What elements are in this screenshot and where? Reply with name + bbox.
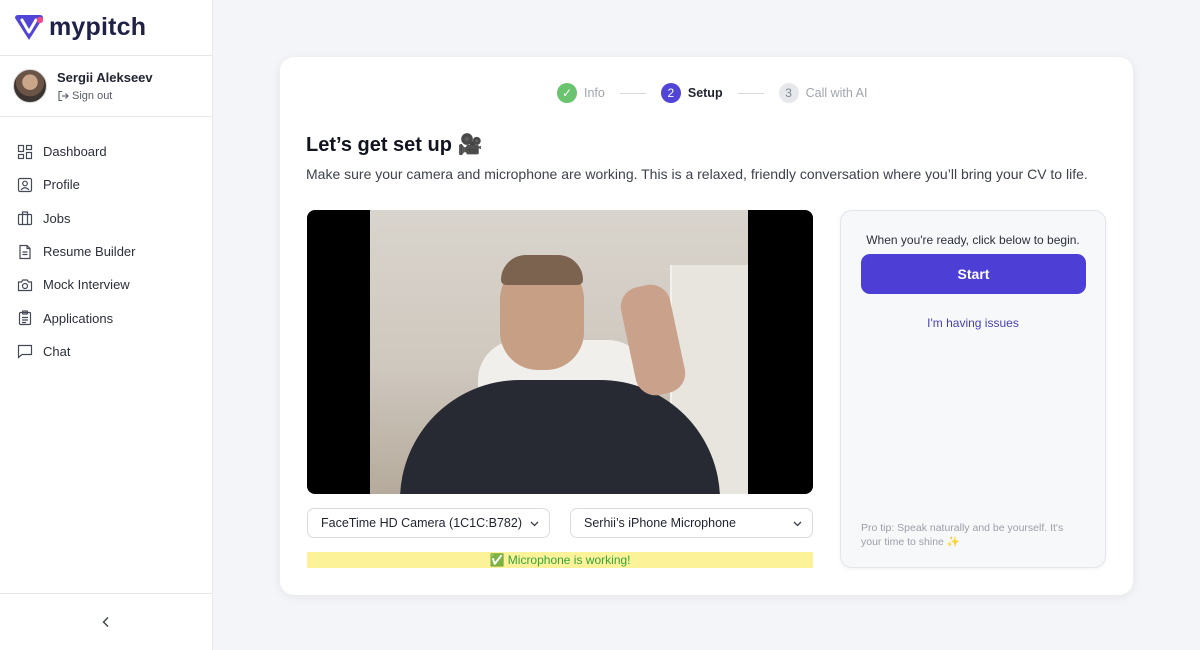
- sidebar-item-label: Mock Interview: [43, 277, 130, 293]
- sidebar-item-applications[interactable]: Applications: [0, 301, 212, 334]
- page-subtitle: Make sure your camera and microphone are…: [306, 166, 1088, 182]
- step-label: Setup: [687, 86, 723, 100]
- microphone-select[interactable]: Serhii’s iPhone Microphone: [570, 508, 813, 538]
- camera-select-value: FaceTime HD Camera (1C1C:B782): [321, 516, 522, 530]
- sidebar-item-dashboard[interactable]: Dashboard: [0, 135, 212, 168]
- sidebar-item-label: Applications: [43, 310, 114, 326]
- sign-out-icon: [58, 90, 69, 102]
- camera-feed: [370, 210, 748, 494]
- having-issues-link[interactable]: I'm having issues: [841, 316, 1105, 330]
- sidebar: mypitch Sergii Alekseev Sign out Dashboa…: [0, 0, 213, 650]
- step-label: Call with AI: [805, 86, 868, 100]
- logo-mark-icon: [15, 14, 44, 40]
- checkmark-icon: ✓: [557, 83, 577, 103]
- logo[interactable]: mypitch: [0, 0, 212, 56]
- chevron-left-icon: [102, 617, 109, 627]
- sidebar-item-jobs[interactable]: Jobs: [0, 202, 212, 235]
- sidebar-item-label: Resume Builder: [43, 244, 136, 260]
- user-name: Sergii Alekseev: [57, 70, 153, 85]
- sidebar-item-label: Chat: [43, 343, 71, 359]
- step-info: ✓ Info: [557, 83, 605, 103]
- sidebar-item-chat[interactable]: Chat: [0, 335, 212, 368]
- step-number: 3: [778, 83, 799, 103]
- camera-select[interactable]: FaceTime HD Camera (1C1C:B782): [307, 508, 550, 538]
- start-panel: When you're ready, click below to begin.…: [840, 210, 1106, 568]
- sidebar-item-resume-builder[interactable]: Resume Builder: [0, 235, 212, 268]
- step-call-with-ai: 3 Call with AI: [778, 83, 868, 103]
- page-title: Let’s get set up 🎥: [306, 134, 483, 156]
- ready-text: When you're ready, click below to begin.: [866, 233, 1080, 247]
- clipboard-icon: [18, 310, 32, 326]
- chevron-down-icon: [793, 521, 802, 527]
- collapse-sidebar-button[interactable]: [94, 610, 118, 634]
- sidebar-item-label: Dashboard: [43, 144, 107, 160]
- setup-card: ✓ Info 2 Setup 3 Call with AI Let’s get …: [280, 57, 1133, 595]
- dashboard-icon: [17, 144, 33, 159]
- sidebar-footer: [0, 593, 212, 650]
- sidebar-item-mock-interview[interactable]: Mock Interview: [0, 268, 212, 301]
- stepper: ✓ Info 2 Setup 3 Call with AI: [557, 83, 867, 103]
- user-profile: Sergii Alekseev Sign out: [0, 56, 212, 117]
- sign-out-link[interactable]: Sign out: [57, 90, 153, 102]
- camera-preview: [307, 210, 813, 494]
- sign-out-label: Sign out: [72, 90, 113, 102]
- briefcase-icon: [17, 211, 33, 226]
- start-button[interactable]: Start: [861, 254, 1086, 294]
- sidebar-item-label: Jobs: [43, 210, 71, 226]
- step-number: 2: [660, 83, 681, 103]
- sidebar-nav: Dashboard Profile Jobs Resume Builder Mo…: [0, 117, 212, 368]
- sidebar-item-label: Profile: [43, 177, 80, 193]
- profile-icon: [17, 177, 33, 193]
- logo-text: mypitch: [49, 13, 147, 41]
- step-divider: [737, 92, 764, 94]
- step-setup: 2 Setup: [660, 83, 723, 103]
- document-icon: [19, 244, 31, 259]
- chevron-down-icon: [530, 521, 539, 527]
- sidebar-item-profile[interactable]: Profile: [0, 168, 212, 201]
- microphone-status: ✅ Microphone is working!: [307, 552, 813, 568]
- microphone-select-value: Serhii’s iPhone Microphone: [584, 516, 736, 530]
- camera-icon: [17, 279, 33, 291]
- step-label: Info: [584, 86, 605, 100]
- pro-tip: Pro tip: Speak naturally and be yourself…: [861, 522, 1064, 548]
- step-divider: [619, 92, 646, 94]
- avatar[interactable]: [13, 69, 47, 103]
- chat-icon: [17, 345, 33, 360]
